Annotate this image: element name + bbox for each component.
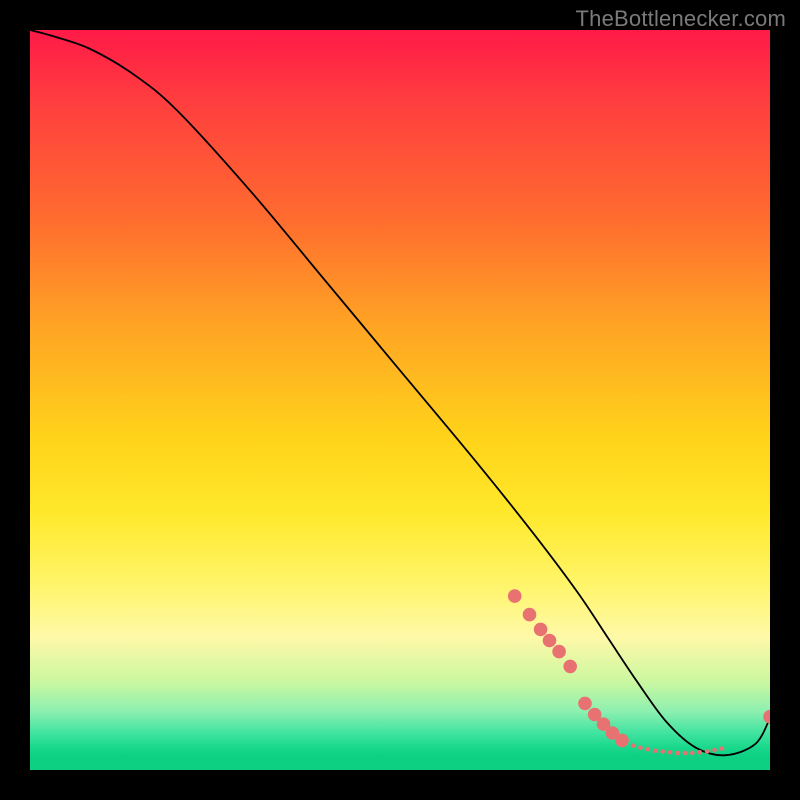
data-point (615, 734, 629, 748)
data-point (690, 751, 695, 756)
data-point (712, 748, 717, 753)
chart-svg (30, 30, 770, 770)
data-point (523, 608, 537, 622)
data-point (563, 660, 577, 674)
chart-markers (508, 589, 770, 755)
data-point (660, 749, 665, 754)
data-point (683, 751, 688, 756)
data-point (578, 697, 592, 711)
data-point (720, 746, 725, 751)
plot-area (30, 30, 770, 770)
data-point (631, 743, 636, 748)
data-point (653, 748, 658, 753)
data-point (763, 710, 770, 724)
data-point (705, 749, 710, 754)
chart-root: TheBottlenecker.com (0, 0, 800, 800)
data-point (646, 747, 651, 752)
data-point (675, 751, 680, 756)
data-point (534, 623, 548, 637)
data-point (668, 750, 673, 755)
bottleneck-curve (30, 30, 770, 755)
watermark-label: TheBottlenecker.com (576, 6, 786, 32)
data-point (543, 634, 557, 648)
data-point (638, 746, 643, 751)
data-point (552, 645, 566, 659)
data-point (697, 750, 702, 755)
data-point (508, 589, 522, 603)
